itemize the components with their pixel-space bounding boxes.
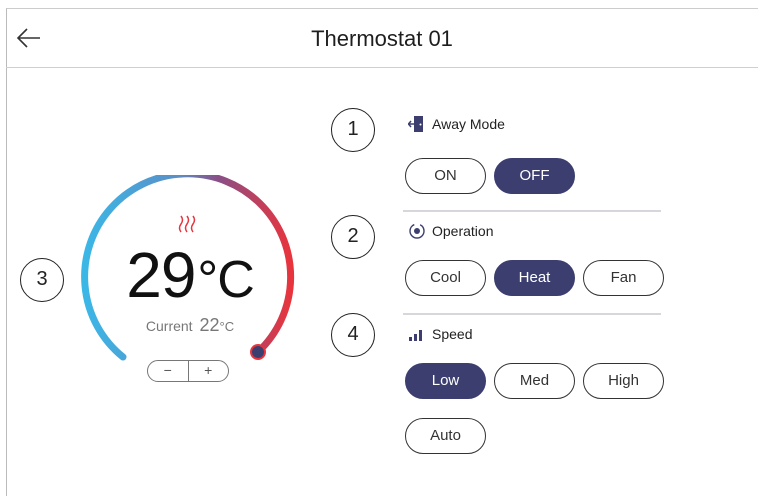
divider: [403, 210, 661, 212]
divider: [403, 313, 661, 315]
operation-cool-button[interactable]: Cool: [405, 260, 486, 296]
callout-2: 2: [331, 215, 375, 259]
callout-3: 3: [20, 258, 64, 302]
setpoint-unit: °C: [197, 251, 254, 309]
setpoint-temperature: 29°C: [120, 238, 260, 312]
current-temperature: Current 22°C: [130, 315, 250, 336]
header-bar: Thermostat 01: [6, 8, 758, 68]
operation-heat-button[interactable]: Heat: [494, 260, 575, 296]
operation-text: Operation: [432, 223, 494, 239]
speed-text: Speed: [432, 326, 473, 342]
away-mode-text: Away Mode: [432, 116, 505, 132]
speed-low-button[interactable]: Low: [405, 363, 486, 399]
current-unit: °C: [219, 319, 235, 334]
increase-button[interactable]: +: [189, 361, 229, 381]
dial-handle: [250, 344, 266, 360]
setpoint-value: 29: [126, 239, 196, 311]
page-title: Thermostat 01: [311, 26, 453, 51]
speed-label: Speed: [408, 325, 472, 343]
away-mode-label: Away Mode: [408, 115, 505, 133]
away-off-button[interactable]: OFF: [494, 158, 575, 194]
decrease-button[interactable]: −: [148, 361, 189, 381]
callout-4: 4: [331, 313, 375, 357]
speed-med-button[interactable]: Med: [494, 363, 575, 399]
operation-label: Operation: [408, 222, 493, 240]
speed-auto-button[interactable]: Auto: [405, 418, 486, 454]
signal-bars-icon: [409, 330, 422, 341]
speed-high-button[interactable]: High: [583, 363, 664, 399]
temperature-stepper: − +: [147, 360, 229, 382]
heat-waves-icon: [178, 215, 196, 233]
door-exit-icon: [408, 116, 423, 132]
current-label: Current: [145, 318, 193, 334]
callout-1: 1: [331, 108, 375, 152]
away-on-button[interactable]: ON: [405, 158, 486, 194]
radio-target-icon: [409, 223, 425, 239]
current-value: 22: [199, 315, 220, 335]
operation-fan-button[interactable]: Fan: [583, 260, 664, 296]
